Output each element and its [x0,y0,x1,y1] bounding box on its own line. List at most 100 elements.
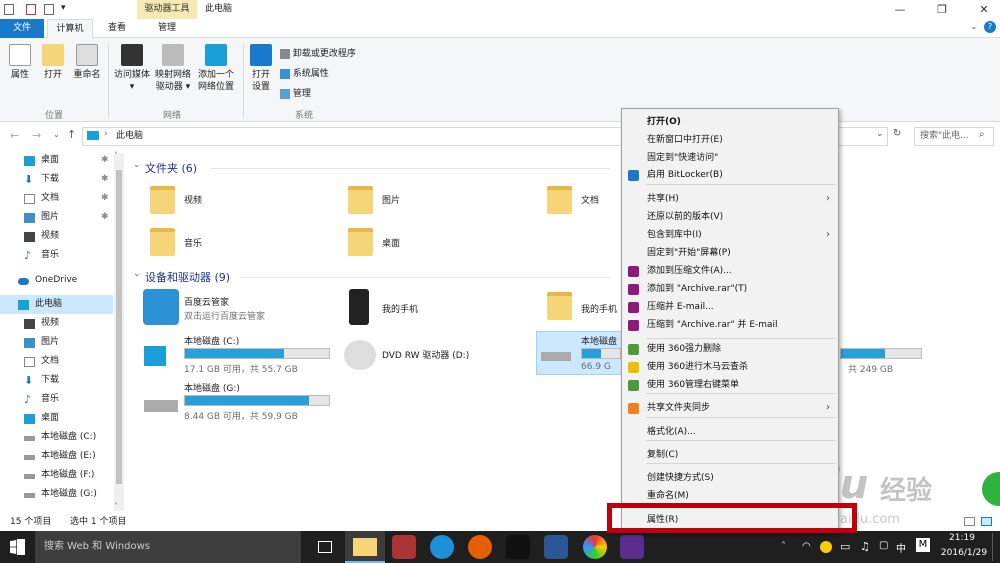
show-desktop-button[interactable] [992,533,996,561]
close-button[interactable]: ✕ [970,0,998,19]
folder-videos[interactable]: 视频 [184,193,202,206]
forward-arrow-icon[interactable]: → [32,129,41,142]
devices-section-header[interactable]: 设备和驱动器 (9) [145,269,230,285]
context-menu-item[interactable]: 固定到"快速访问" [622,149,838,167]
drive-g-name[interactable]: 本地磁盘 (G:) [184,381,240,394]
context-menu-item[interactable]: 共享(H) › [622,190,838,208]
ime-indicator[interactable]: 中 [896,540,906,555]
nav-item-pictures[interactable]: 图片 ✱ [0,208,112,227]
map-drive-button[interactable]: 映射网络 驱动器 ▾ [153,44,193,93]
k-app-icon[interactable] [430,535,454,559]
dev-app-icon[interactable] [620,535,644,559]
tab-file[interactable]: 文件 [0,19,44,38]
context-menu-item[interactable]: 在新窗口中打开(E) [622,131,838,149]
access-media-button[interactable]: 访问媒体 ▾ [111,44,153,93]
expand-ribbon-icon[interactable]: ⌄ [970,22,978,32]
context-menu-item[interactable]: 添加到压缩文件(A)... [622,262,838,280]
file-explorer-taskbar-button[interactable] [345,531,385,563]
my-phone-2[interactable]: 我的手机 [581,302,617,315]
details-view-icon[interactable] [964,517,975,526]
context-menu-item[interactable]: 压缩到 "Archive.rar" 并 E-mail [622,316,838,334]
context-menu-item[interactable]: 使用 360进行木马云查杀 [622,358,838,376]
nav-item-pc-documents[interactable]: 文档 [0,352,112,371]
folder-documents[interactable]: 文档 [581,193,599,206]
back-arrow-icon[interactable]: ← [10,129,19,142]
word-icon[interactable] [544,535,568,559]
nav-item-pc-videos[interactable]: 视频 [0,314,112,333]
properties-button[interactable]: 属性 [4,44,36,81]
help-icon[interactable]: ? [984,21,996,33]
tab-view[interactable]: 查看 [100,19,134,38]
properties-quick-icon[interactable] [26,4,36,15]
folder-music[interactable]: 音乐 [184,236,202,249]
maximize-button[interactable]: ❐ [928,0,956,19]
nav-item-drive-f[interactable]: 本地磁盘 (F:) [0,466,112,485]
nav-item-pc-pictures[interactable]: 图片 [0,333,112,352]
collapse-devices-icon[interactable]: ⌄ [133,269,141,279]
context-menu-item[interactable]: 添加到 "Archive.rar"(T) [622,280,838,298]
nav-item-drive-g[interactable]: 本地磁盘 (G:) [0,485,112,504]
scroll-down-icon[interactable]: ˅ [114,502,118,511]
context-menu-item[interactable]: 固定到"开始"屏幕(P) [622,244,838,262]
battery-icon[interactable]: ▭ [840,540,850,553]
up-arrow-icon[interactable]: ↑ [67,128,76,141]
360-tray-icon[interactable] [820,541,832,553]
breadcrumb-chevron-icon[interactable]: › [104,129,108,139]
baidu-cloud-name[interactable]: 百度云管家 [184,295,229,308]
open-settings-button[interactable]: 打开 设置 [246,44,276,93]
nav-item-downloads[interactable]: ⬇ 下载 ✱ [0,170,112,189]
dvd-drive-name[interactable]: DVD RW 驱动器 (D:) [382,348,469,361]
ime-mode-indicator[interactable]: M [916,538,930,552]
customize-quick-access-icon[interactable]: ▾ [61,3,66,13]
folder-desktop[interactable]: 桌面 [382,236,400,249]
context-menu-item[interactable]: 压缩并 E-mail... [622,298,838,316]
app-icon[interactable] [392,535,416,559]
new-folder-quick-icon[interactable] [44,4,54,15]
nav-item-music[interactable]: ♪ 音乐 [0,246,112,265]
show-hidden-icons[interactable]: ˄ [781,541,786,552]
drive-c-name[interactable]: 本地磁盘 (C:) [184,334,239,347]
nav-scrollbar-thumb[interactable] [116,170,122,484]
scroll-up-icon[interactable]: ˄ [114,151,118,160]
nav-item-pc-desktop[interactable]: 桌面 [0,409,112,428]
nav-item-pc-downloads[interactable]: ⬇ 下载 [0,371,112,390]
windows-start-icon-right[interactable] [17,539,25,555]
system-properties-button[interactable]: 系统属性 [280,66,329,79]
context-menu-item[interactable]: 复制(C) [622,446,838,464]
task-view-icon[interactable] [318,541,332,553]
add-network-location-button[interactable]: 添加一个 网络位置 [195,44,237,93]
folder-pictures[interactable]: 图片 [382,193,400,206]
folders-section-header[interactable]: 文件夹 (6) [145,160,197,176]
tab-manage[interactable]: 管理 [140,19,194,38]
context-menu-item[interactable]: 使用 360管理右键菜单 [622,376,838,394]
clock-date[interactable]: 2016/1/29 [938,548,990,558]
collapse-folders-icon[interactable]: ⌄ [133,160,141,170]
taskbar-search[interactable]: 搜索 Web 和 Windows [35,531,301,563]
my-phone[interactable]: 我的手机 [382,302,418,315]
floating-360-widget-icon[interactable] [982,472,1000,506]
context-menu-item[interactable]: 启用 BitLocker(B) [622,166,838,184]
tab-computer[interactable]: 计算机 [47,19,93,38]
rename-button[interactable]: 重命名 [70,44,104,81]
nav-item-pc-music[interactable]: ♪ 音乐 [0,390,112,409]
browser-icon[interactable] [583,535,607,559]
context-menu-item[interactable]: 创建快捷方式(S) [622,469,838,487]
uninstall-program-button[interactable]: 卸载或更改程序 [280,46,356,59]
context-menu-item[interactable]: 使用 360强力删除 [622,340,838,358]
large-icons-view-icon[interactable] [981,517,992,526]
recent-locations-icon[interactable]: ⌄ [53,130,60,139]
nav-item-onedrive[interactable]: OneDrive [0,271,112,290]
refresh-icon[interactable]: ↻ [893,128,901,139]
network-icon[interactable]: ▢ [879,540,888,551]
minimize-button[interactable]: — [886,0,914,19]
context-menu-item[interactable]: 还原以前的版本(V) [622,208,838,226]
context-menu-item[interactable]: 格式化(A)... [622,423,838,441]
context-menu-item[interactable]: 共享文件夹同步 › [622,399,838,417]
address-dropdown-icon[interactable]: ⌄ [876,129,884,139]
quick-access-icon[interactable] [4,4,14,15]
nav-item-desktop[interactable]: 桌面 ✱ [0,151,112,170]
nav-item-documents[interactable]: 文档 ✱ [0,189,112,208]
nav-item-this-pc[interactable]: 此电脑 [0,295,113,314]
open-button[interactable]: 打开 [38,44,68,81]
context-menu-item[interactable]: 打开(O) [622,113,838,131]
